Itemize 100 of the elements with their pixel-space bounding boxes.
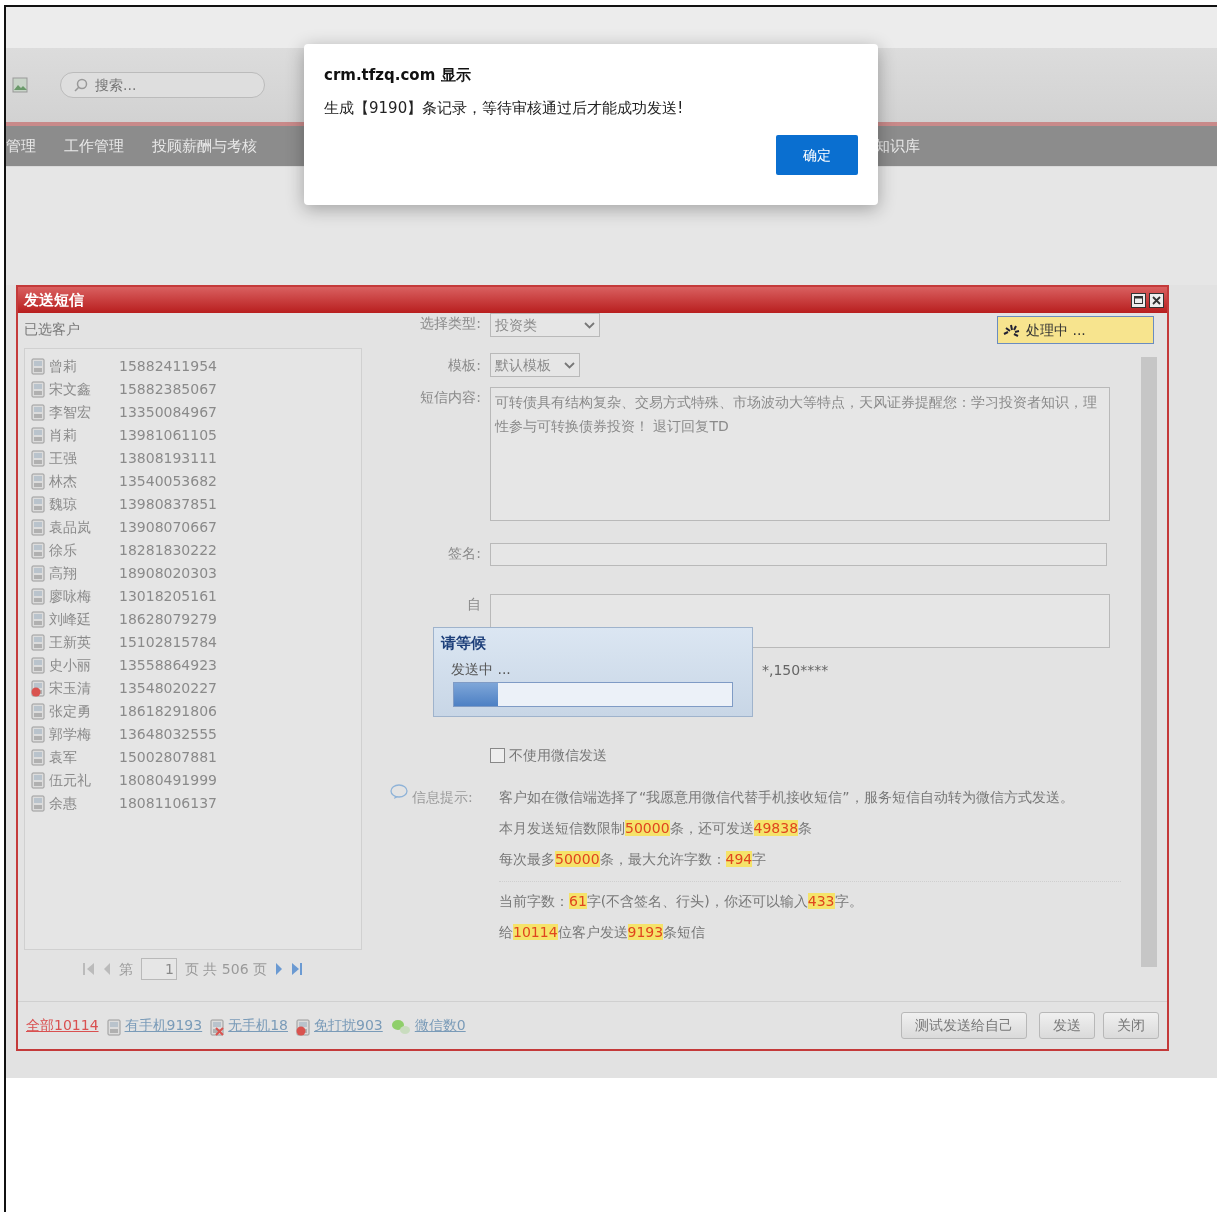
- scrollbar[interactable]: [1141, 357, 1157, 967]
- caret-icon: [584, 321, 595, 329]
- previous-page-icon: [102, 962, 111, 976]
- phone-number: 13980837851: [119, 495, 217, 514]
- phone-number: 15102815784: [119, 633, 217, 652]
- phone-icon: [31, 634, 45, 651]
- customer-name: 袁军: [49, 748, 78, 767]
- phone-icon: [31, 795, 45, 812]
- customer-name: 曾莉: [49, 357, 78, 376]
- message-textarea[interactable]: 可转债具有结构复杂、交易方式特殊、市场波动大等特点，天风证券提醒您：学习投资者知识，理性参与可转换债券投资！ 退订回复TD: [490, 387, 1110, 521]
- page-field[interactable]: 1: [140, 958, 177, 980]
- dialog-button[interactable]: 关闭: [1103, 1012, 1159, 1039]
- signature-field[interactable]: [490, 543, 1107, 566]
- phone-number: 18628079279: [119, 610, 217, 629]
- close-icon: [1152, 295, 1161, 305]
- phone-number: 15002807881: [119, 748, 217, 767]
- phone-icon: [31, 772, 45, 789]
- panel-title: 已选客户: [24, 320, 81, 339]
- phone-number: 13981061105: [119, 426, 217, 445]
- phone-number: 18908020303: [119, 564, 217, 583]
- customer-name: 伍元礼: [49, 771, 92, 790]
- phone-icon: [31, 519, 45, 536]
- speech-bubble-icon: [390, 784, 408, 800]
- info-text: 客户如在微信端选择了“我愿意用微信代替手机接收短信”，服务短信自动转为微信方式发送。: [499, 788, 1075, 807]
- phone-icon: [31, 588, 45, 605]
- phone-number: 18080491999: [119, 771, 217, 790]
- phone-icon: [31, 542, 45, 559]
- recipients-preview: *,150****: [762, 661, 829, 680]
- phone-icon: [31, 404, 45, 421]
- dialog-button[interactable]: 测试发送给自己: [901, 1012, 1027, 1039]
- phone-number: 13540053682: [119, 472, 217, 491]
- phone-icon: [31, 726, 45, 743]
- pager-label: 第: [118, 959, 133, 979]
- phone-icon: [31, 473, 45, 490]
- search-field[interactable]: 搜索...: [60, 72, 265, 98]
- alert-message: 生成【9190】条记录，等待审核通过后才能成功发送!: [324, 97, 685, 119]
- customer-name: 郭学梅: [49, 725, 92, 744]
- phone-number: 13548020227: [119, 679, 217, 698]
- phone-icon: [31, 358, 45, 375]
- customer-name: 余惠: [49, 794, 78, 813]
- caret-icon: [564, 361, 575, 369]
- dropdown[interactable]: 投资类: [490, 313, 600, 337]
- dialog-button[interactable]: 发送: [1039, 1012, 1095, 1039]
- next-page-icon: [275, 962, 284, 976]
- nav-menu-item[interactable]: 工作管理: [64, 134, 124, 158]
- nav-menu-item[interactable]: 投顾薪酬与考核: [152, 134, 257, 158]
- phone-number: 13018205161: [119, 587, 217, 606]
- phone-number: 13808193111: [119, 449, 217, 468]
- customer-name: 廖咏梅: [49, 587, 92, 606]
- filter-link[interactable]: 无手机18: [228, 1015, 288, 1036]
- phone-number: 18281830222: [119, 541, 217, 560]
- customer-name: 宋玉清: [49, 679, 92, 698]
- phone-number: 18618291806: [119, 702, 217, 721]
- close-button[interactable]: [1149, 292, 1164, 308]
- phone-icon: [31, 381, 45, 398]
- nav-menu-item[interactable]: 管理: [6, 134, 36, 158]
- blocked-phone-icon: [31, 680, 45, 697]
- phone-icon: [31, 749, 45, 766]
- phone-icon: [106, 1019, 121, 1036]
- field-label: 模板:: [447, 356, 482, 375]
- phone-icon: [31, 657, 45, 674]
- customer-name: 宋文鑫: [49, 380, 92, 399]
- customer-name: 魏琼: [49, 495, 78, 514]
- customer-name: 王强: [49, 449, 78, 468]
- filter-link[interactable]: 有手机9193: [124, 1015, 203, 1036]
- spinner-icon: [1002, 322, 1022, 338]
- maximize-button[interactable]: [1131, 292, 1146, 308]
- maximize-icon: [1134, 296, 1143, 304]
- processing-indicator: 处理中 ...: [997, 316, 1154, 344]
- dialog-title: 发送短信: [24, 289, 85, 311]
- ok-button[interactable]: 确定: [776, 135, 858, 175]
- customer-name: 林杰: [49, 472, 78, 491]
- dropdown[interactable]: 默认模板: [490, 353, 580, 377]
- alert-title: crm.tfzq.com 显示: [324, 65, 472, 86]
- customer-name: 王新英: [49, 633, 92, 652]
- dialog-title: 请等候: [441, 633, 487, 654]
- phone-icon: [31, 703, 45, 720]
- checkbox-option[interactable]: 不使用微信发送: [490, 745, 607, 766]
- pager-label: 页 共 506 页: [184, 959, 268, 979]
- info-text: 当前字数：61字(不含签名、行头)，你还可以输入433字。: [499, 892, 864, 911]
- phone-number: 13908070667: [119, 518, 217, 537]
- customer-name: 高翔: [49, 564, 78, 583]
- filter-link[interactable]: 全部10114: [26, 1015, 99, 1036]
- customer-name: 李智宏: [49, 403, 92, 422]
- checkbox[interactable]: [490, 748, 505, 763]
- filter-link[interactable]: 免打扰903: [314, 1015, 383, 1036]
- image-icon: [12, 77, 28, 93]
- phone-icon: [31, 496, 45, 513]
- field-label: 签名:: [447, 544, 482, 563]
- phone-icon: [31, 565, 45, 582]
- phone-icon: [31, 427, 45, 444]
- field-label: 短信内容:: [419, 388, 482, 407]
- customer-name: 史小丽: [49, 656, 92, 675]
- info-label: 信息提示:: [412, 788, 473, 807]
- filter-link[interactable]: 微信数0: [414, 1015, 466, 1036]
- chat-bubbles-icon: [390, 1019, 411, 1036]
- phone-number: 13648032555: [119, 725, 217, 744]
- field-label: 自: [466, 595, 482, 614]
- phone-number: 18081106137: [119, 794, 217, 813]
- field-label: 选择类型:: [419, 314, 482, 333]
